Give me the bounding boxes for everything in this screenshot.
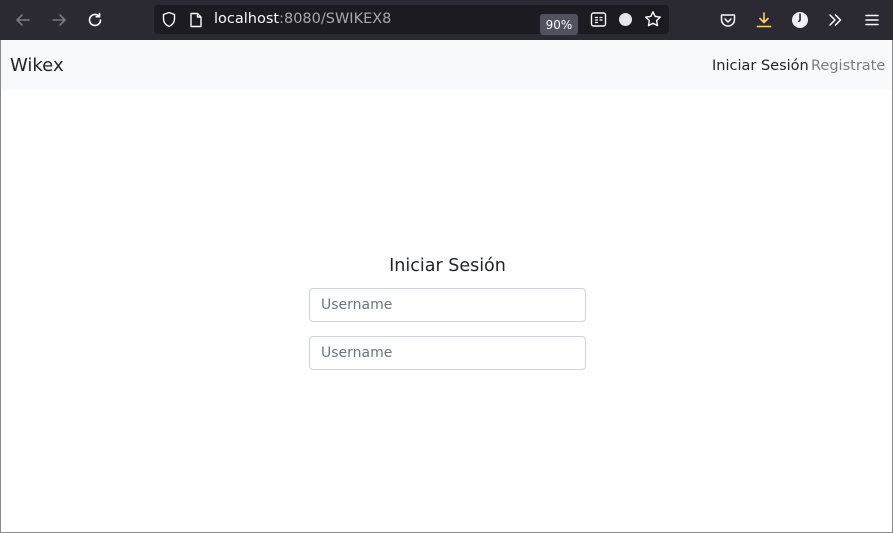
menu-button[interactable]: [860, 8, 884, 32]
pocket-icon: [720, 14, 736, 27]
nav-link-login[interactable]: Iniciar Sesión: [712, 58, 809, 74]
reload-icon: [88, 12, 102, 27]
second-username-input[interactable]: [309, 336, 586, 370]
nav-link-register[interactable]: Registrate: [811, 58, 885, 74]
chevron-double-right-icon: [829, 14, 842, 26]
brand-logo-text[interactable]: Wikex: [10, 55, 64, 76]
reload-button[interactable]: [83, 8, 107, 32]
downloads-button[interactable]: [752, 8, 776, 32]
url-path: :8080/SWIKEX8: [279, 11, 392, 27]
circle-icon[interactable]: [618, 12, 633, 27]
account-button[interactable]: J: [788, 8, 812, 32]
download-icon: [756, 12, 772, 28]
arrow-right-icon: [52, 14, 66, 26]
viewport-border: [0, 40, 893, 533]
reader-view-icon[interactable]: [590, 11, 607, 28]
url-host: localhost: [214, 11, 280, 27]
page-icon[interactable]: [189, 12, 203, 28]
login-title: Iniciar Sesión: [389, 256, 506, 276]
arrow-left-icon: [16, 14, 30, 26]
browser-toolbar: localhost:8080/SWIKEX8 90% J: [0, 0, 893, 40]
avatar-initial: J: [798, 13, 802, 23]
address-bar[interactable]: localhost:8080/SWIKEX8 90%: [154, 5, 669, 35]
url-text: localhost:8080/SWIKEX8: [214, 11, 391, 27]
hamburger-menu-icon: [865, 14, 879, 26]
pocket-button[interactable]: [716, 8, 740, 32]
back-button[interactable]: [11, 8, 35, 32]
forward-button[interactable]: [47, 8, 71, 32]
username-input[interactable]: [309, 288, 586, 322]
shield-icon[interactable]: [161, 11, 177, 28]
zoom-level-badge[interactable]: 90%: [540, 14, 578, 35]
app-navbar: Wikex Iniciar Sesión Registrate: [1, 40, 892, 90]
more-tools-button[interactable]: [823, 8, 847, 32]
star-icon[interactable]: [644, 10, 662, 28]
